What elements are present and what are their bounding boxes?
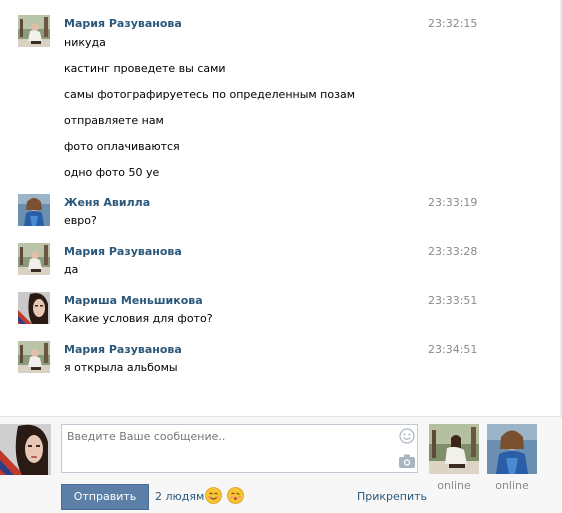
message-text: евро? [64,214,97,227]
message-time: 23:33:51 [428,294,478,307]
message-time: 23:33:28 [428,245,478,258]
message-history: Мария Разуванова 23:32:15 никуда кастинг… [0,0,562,416]
message-text: я открыла альбомы [64,361,178,374]
message-text: отправляете нам [64,114,164,127]
participant-avatar[interactable] [429,424,479,474]
message-text: одно фото 50 уе [64,166,160,179]
message-time: 23:33:19 [428,196,478,209]
send-button[interactable]: Отправить [61,484,149,510]
message-group: Женя Авилла 23:33:19 евро? [0,194,560,234]
kissing-face-emoji[interactable] [227,487,244,504]
marisha-avatar[interactable] [18,292,50,324]
message-text: кастинг проведете вы сами [64,62,226,75]
message-text: самы фотографируетесь по определенным по… [64,88,355,101]
participant-status: online [495,479,529,492]
message-group: Мария Разуванова 23:33:28 да [0,243,560,283]
message-text: никуда [64,36,106,49]
message-input-placeholder: Введите Ваше сообщение.. [67,430,226,443]
message-author[interactable]: Мариша Меньшикова [64,294,203,307]
message-group: Мариша Меньшикова 23:33:51 Какие условия… [0,292,560,332]
message-author[interactable]: Мария Разуванова [64,17,182,30]
maria-avatar[interactable] [18,243,50,275]
message-time: 23:34:51 [428,343,478,356]
participant-status: online [437,479,471,492]
message-author[interactable]: Мария Разуванова [64,245,182,258]
camera-icon[interactable] [399,454,415,468]
participant-avatar[interactable] [487,424,537,474]
message-group: Мария Разуванова 23:34:51 я открыла альб… [0,341,560,381]
recipients-count[interactable]: 2 людям [155,490,204,503]
maria-avatar[interactable] [18,15,50,47]
message-text: Какие условия для фото? [64,312,213,325]
message-input[interactable]: Введите Ваше сообщение.. [61,424,418,473]
smiley-icon[interactable] [399,428,415,444]
message-composer: Введите Ваше сообщение.. Отправить 2 люд… [0,416,562,513]
message-time: 23:32:15 [428,17,478,30]
message-author[interactable]: Мария Разуванова [64,343,182,356]
my-avatar[interactable] [0,424,51,475]
message-text: фото оплачиваются [64,140,180,153]
message-author[interactable]: Женя Авилла [64,196,150,209]
message-text: да [64,263,79,276]
maria-avatar[interactable] [18,341,50,373]
smiling-face-emoji[interactable] [205,487,222,504]
message-group: Мария Разуванова 23:32:15 никуда кастинг… [0,15,560,185]
zhenya-avatar[interactable] [18,194,50,226]
attach-link[interactable]: Прикрепить [357,490,427,503]
